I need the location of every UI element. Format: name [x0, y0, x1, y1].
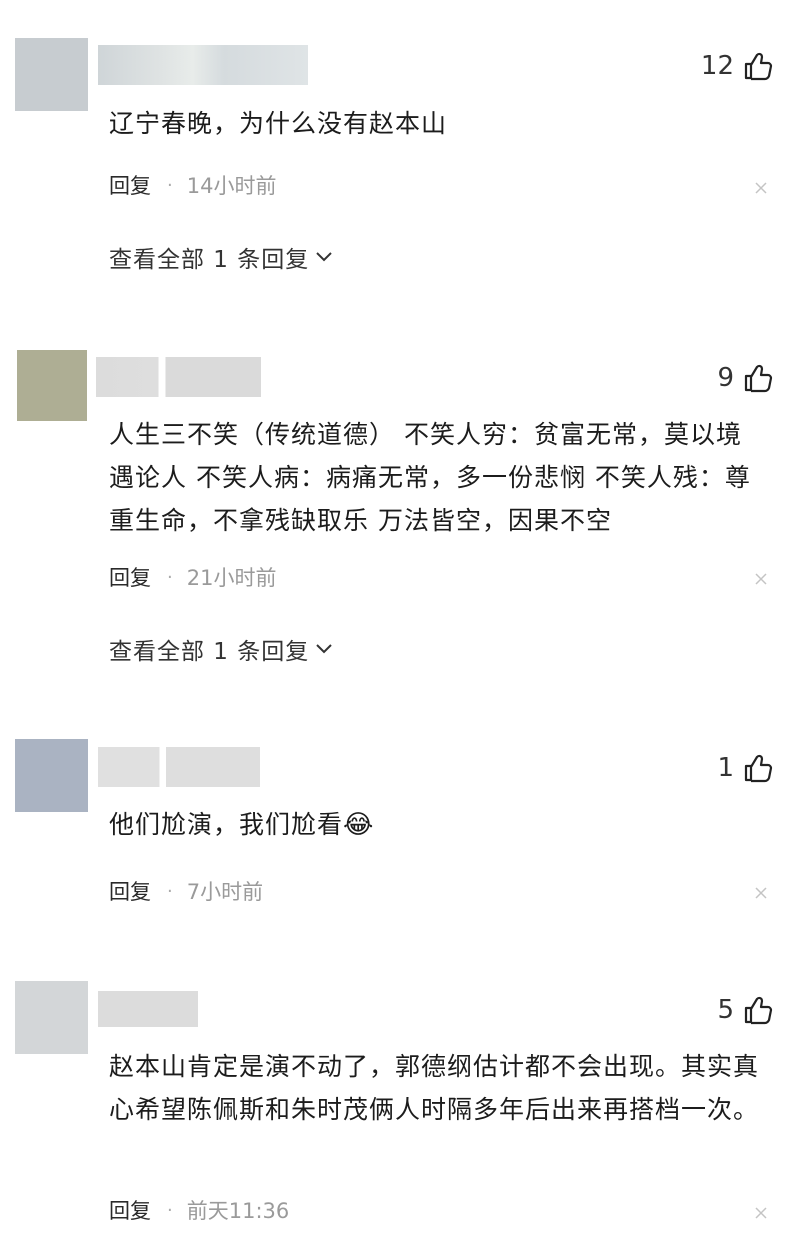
view-all-label: 查看全部 1 条回复 [109, 247, 310, 273]
like-button[interactable]: 5 [717, 994, 774, 1026]
reply-button[interactable]: 回复 [109, 1195, 151, 1225]
thumbs-up-icon [744, 52, 773, 81]
like-button[interactable]: 1 [717, 752, 774, 784]
close-icon[interactable] [754, 886, 768, 900]
like-count: 12 [700, 51, 734, 81]
comment-item: 12 辽宁春晚，为什么没有赵本山 回复 · 14小时前 查看全部 1 条回复 [0, 0, 812, 300]
reply-button[interactable]: 回复 [109, 170, 151, 200]
separator: · [167, 566, 173, 588]
view-all-replies-button[interactable]: 查看全部 1 条回复 [109, 632, 333, 666]
chevron-down-icon [316, 644, 332, 654]
timestamp: 21小时前 [186, 566, 277, 590]
close-icon[interactable] [754, 181, 768, 195]
comment-meta: 回复 · 14小时前 [109, 170, 276, 200]
comment-meta: 回复 · 前天11:36 [109, 1195, 289, 1225]
timestamp: 前天11:36 [186, 1199, 290, 1223]
like-count: 5 [717, 995, 734, 1025]
avatar[interactable] [15, 981, 88, 1054]
chevron-down-icon [316, 252, 332, 262]
timestamp: 14小时前 [186, 174, 277, 198]
like-button[interactable]: 9 [717, 362, 774, 394]
separator: · [167, 1199, 173, 1221]
like-button[interactable]: 12 [701, 50, 774, 82]
username-blurred[interactable] [96, 357, 261, 397]
separator: · [167, 174, 173, 196]
comment-text: 人生三不笑（传统道德） 不笑人穷：贫富无常，莫以境遇论人 不笑人病：病痛无常，多… [109, 420, 751, 535]
comment-text: 他们尬演，我们尬看😂 [109, 803, 769, 847]
view-all-label: 查看全部 1 条回复 [109, 639, 310, 665]
close-icon[interactable] [754, 572, 768, 586]
like-count: 9 [717, 363, 734, 393]
username-blurred[interactable] [98, 991, 198, 1027]
laughing-crying-emoji: 😂 [343, 810, 375, 840]
timestamp: 7小时前 [186, 880, 264, 904]
like-count: 1 [717, 753, 734, 783]
comment-text: 辽宁春晚，为什么没有赵本山 [109, 109, 448, 138]
close-icon[interactable] [754, 1206, 768, 1220]
thumbs-up-icon [744, 754, 773, 783]
view-all-replies-button[interactable]: 查看全部 1 条回复 [109, 240, 333, 274]
avatar[interactable] [17, 350, 87, 421]
reply-button[interactable]: 回复 [109, 562, 151, 592]
username-blurred[interactable] [98, 747, 260, 787]
avatar[interactable] [15, 739, 88, 812]
avatar[interactable] [15, 38, 88, 111]
separator: · [167, 880, 173, 902]
comment-meta: 回复 · 21小时前 [109, 562, 276, 592]
thumbs-up-icon [744, 364, 773, 393]
reply-button[interactable]: 回复 [109, 876, 151, 906]
comment-text-body: 他们尬演，我们尬看 [109, 810, 344, 839]
thumbs-up-icon [744, 996, 773, 1025]
comment-text: 赵本山肯定是演不动了，郭德纲估计都不会出现。其实真心希望陈佩斯和朱时茂俩人时隔多… [109, 1052, 760, 1124]
username-blurred[interactable] [98, 45, 308, 85]
comment-meta: 回复 · 7小时前 [109, 876, 263, 906]
